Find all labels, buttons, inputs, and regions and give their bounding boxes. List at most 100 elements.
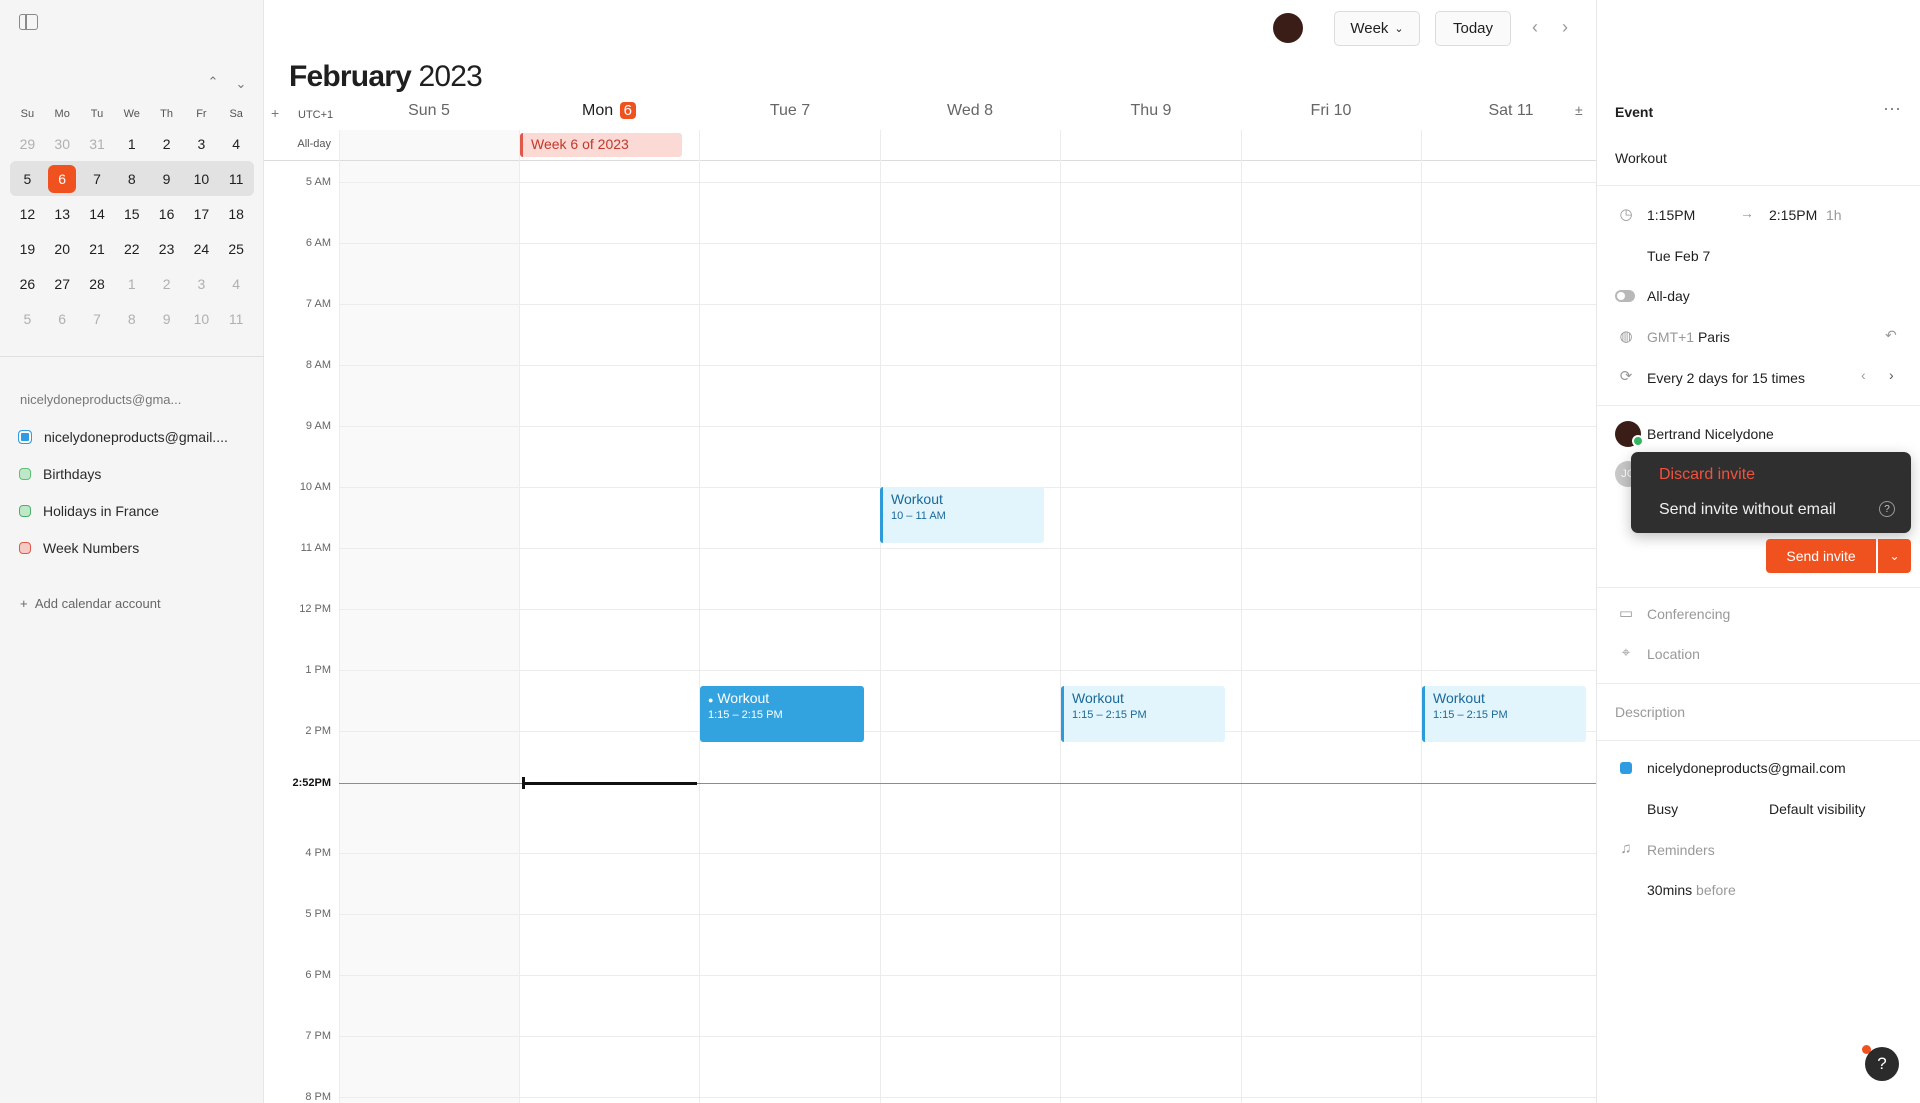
event-title-input[interactable]: Workout (1615, 150, 1667, 166)
reminder-item[interactable]: 30mins before (1647, 882, 1736, 898)
mini-calendar-day[interactable]: 26 (10, 270, 45, 298)
mini-calendar-day[interactable]: 5 (10, 165, 45, 193)
mini-calendar-day[interactable]: 31 (80, 130, 115, 158)
start-time[interactable]: 1:15PM (1647, 207, 1695, 223)
timezone-field[interactable]: GMT+1 Paris (1647, 329, 1730, 345)
mini-calendar-today[interactable]: 6 (48, 164, 77, 193)
mini-calendar-day[interactable]: 13 (45, 200, 80, 228)
description-field[interactable]: Description (1615, 704, 1685, 720)
calendar-color-swatch[interactable] (18, 430, 32, 444)
chevron-right-icon[interactable]: › (1562, 17, 1568, 38)
mini-calendar-day[interactable]: 10 (184, 165, 219, 193)
today-button[interactable]: Today (1435, 11, 1511, 46)
send-options-dropdown[interactable]: ⌄ (1878, 539, 1911, 573)
calendar-item-primary[interactable]: nicelydoneproducts@gmail.... (18, 429, 228, 445)
mini-calendar-day[interactable]: 3 (184, 130, 219, 158)
calendar-item-birthdays[interactable]: Birthdays (18, 466, 101, 482)
calendar-item-week-numbers[interactable]: Week Numbers (18, 540, 139, 556)
calendar-item-holidays[interactable]: Holidays in France (18, 503, 159, 519)
mini-calendar-day[interactable]: 21 (80, 235, 115, 263)
day-header-mon[interactable]: Mon 6 (519, 102, 699, 120)
mini-calendar-day[interactable]: 20 (45, 235, 80, 263)
conferencing-field[interactable]: Conferencing (1647, 606, 1730, 622)
mini-calendar-day[interactable]: 8 (114, 165, 149, 193)
day-header-fri[interactable]: Fri 10 (1241, 102, 1421, 120)
help-button[interactable]: ? (1865, 1047, 1899, 1081)
mini-calendar-day[interactable]: 17 (184, 200, 219, 228)
chevron-left-icon[interactable]: ‹ (1861, 367, 1866, 383)
mini-calendar-day[interactable]: 27 (45, 270, 80, 298)
mini-calendar-day[interactable]: 28 (80, 270, 115, 298)
mini-calendar-day[interactable]: 23 (149, 235, 184, 263)
mini-calendar-day[interactable]: 5 (10, 305, 45, 333)
mini-calendar-day[interactable]: 30 (45, 130, 80, 158)
mini-calendar-day[interactable]: 8 (114, 305, 149, 333)
mini-calendar-day[interactable]: 9 (149, 305, 184, 333)
chevron-right-icon[interactable]: › (1889, 367, 1894, 383)
mini-calendar-day[interactable]: 4 (219, 130, 254, 158)
day-header-sat[interactable]: Sat 11 (1421, 102, 1601, 120)
mini-calendar-day[interactable]: 12 (10, 200, 45, 228)
rss-icon[interactable] (19, 542, 31, 554)
event-workout-sat[interactable]: Workout 1:15 – 2:15 PM (1422, 686, 1586, 742)
mini-calendar-day[interactable]: 7 (80, 165, 115, 193)
mini-calendar-day[interactable]: 11 (219, 165, 254, 193)
timezone-label[interactable]: UTC+1 (298, 109, 333, 121)
discard-invite-menu-item[interactable]: Discard invite (1659, 466, 1755, 484)
visibility-select[interactable]: Default visibility (1769, 801, 1865, 817)
more-options-icon[interactable]: ··· (1883, 98, 1901, 119)
mini-calendar-day[interactable]: 19 (10, 235, 45, 263)
help-circle-icon[interactable]: ? (1879, 501, 1895, 517)
day-column-line (519, 130, 520, 1103)
plus-minus-icon[interactable]: ± (1575, 102, 1583, 118)
user-avatar[interactable] (1273, 13, 1303, 43)
recurrence-field[interactable]: Every 2 days for 15 times (1647, 370, 1805, 386)
day-header-tue[interactable]: Tue 7 (700, 102, 880, 120)
event-date[interactable]: Tue Feb 7 (1647, 248, 1710, 264)
rss-icon[interactable] (19, 505, 31, 517)
mini-calendar-day[interactable]: 16 (149, 200, 184, 228)
chevron-up-icon[interactable]: ⌃ (205, 74, 221, 90)
end-time[interactable]: 2:15PM (1769, 207, 1817, 223)
mini-calendar-day[interactable]: 4 (219, 270, 254, 298)
rss-icon[interactable] (19, 468, 31, 480)
mini-calendar-day[interactable]: 11 (219, 305, 254, 333)
mini-calendar-day[interactable]: 10 (184, 305, 219, 333)
duration-label: 1h (1826, 207, 1842, 223)
event-workout-tue-selected[interactable]: ● Workout 1:15 – 2:15 PM (700, 686, 864, 742)
plus-icon[interactable]: + (271, 105, 279, 121)
mini-calendar-day[interactable]: 2 (149, 270, 184, 298)
week-number-event[interactable]: Week 6 of 2023 (520, 133, 682, 157)
mini-calendar-day[interactable]: 7 (80, 305, 115, 333)
sidebar-toggle-icon[interactable] (19, 14, 38, 30)
allday-toggle[interactable] (1615, 290, 1635, 302)
mini-calendar-day[interactable]: 29 (10, 130, 45, 158)
day-header-sun[interactable]: Sun 5 (339, 102, 519, 120)
mini-calendar-day[interactable]: 1 (114, 270, 149, 298)
event-workout-thu[interactable]: Workout 1:15 – 2:15 PM (1061, 686, 1225, 742)
mini-calendar-day[interactable]: 22 (114, 235, 149, 263)
view-select[interactable]: Week ⌄ (1334, 11, 1420, 46)
event-workout-wed[interactable]: Workout 10 – 11 AM (880, 487, 1044, 543)
mini-calendar-day[interactable]: 2 (149, 130, 184, 158)
mini-calendar-day[interactable]: 6 (45, 305, 80, 333)
mini-calendar-day[interactable]: 9 (149, 165, 184, 193)
day-header-thu[interactable]: Thu 9 (1061, 102, 1241, 120)
send-invite-button[interactable]: Send invite (1766, 539, 1876, 573)
mini-calendar-day[interactable]: 15 (114, 200, 149, 228)
mini-calendar-day[interactable]: 14 (80, 200, 115, 228)
busy-select[interactable]: Busy (1647, 801, 1678, 817)
mini-calendar-day[interactable]: 1 (114, 130, 149, 158)
chevron-left-icon[interactable]: ‹ (1532, 17, 1538, 38)
undo-icon[interactable]: ↶ (1885, 327, 1897, 344)
mini-calendar-day[interactable]: 3 (184, 270, 219, 298)
add-calendar-account-button[interactable]: + Add calendar account (20, 596, 161, 611)
mini-calendar-day[interactable]: 18 (219, 200, 254, 228)
send-without-email-menu-item[interactable]: Send invite without email (1659, 501, 1836, 519)
mini-calendar-day[interactable]: 24 (184, 235, 219, 263)
calendar-select[interactable]: nicelydoneproducts@gmail.com (1647, 760, 1846, 776)
day-header-wed[interactable]: Wed 8 (880, 102, 1060, 120)
mini-calendar-day[interactable]: 25 (219, 235, 254, 263)
chevron-down-icon[interactable]: ⌄ (233, 76, 249, 92)
location-field[interactable]: Location (1647, 646, 1700, 662)
